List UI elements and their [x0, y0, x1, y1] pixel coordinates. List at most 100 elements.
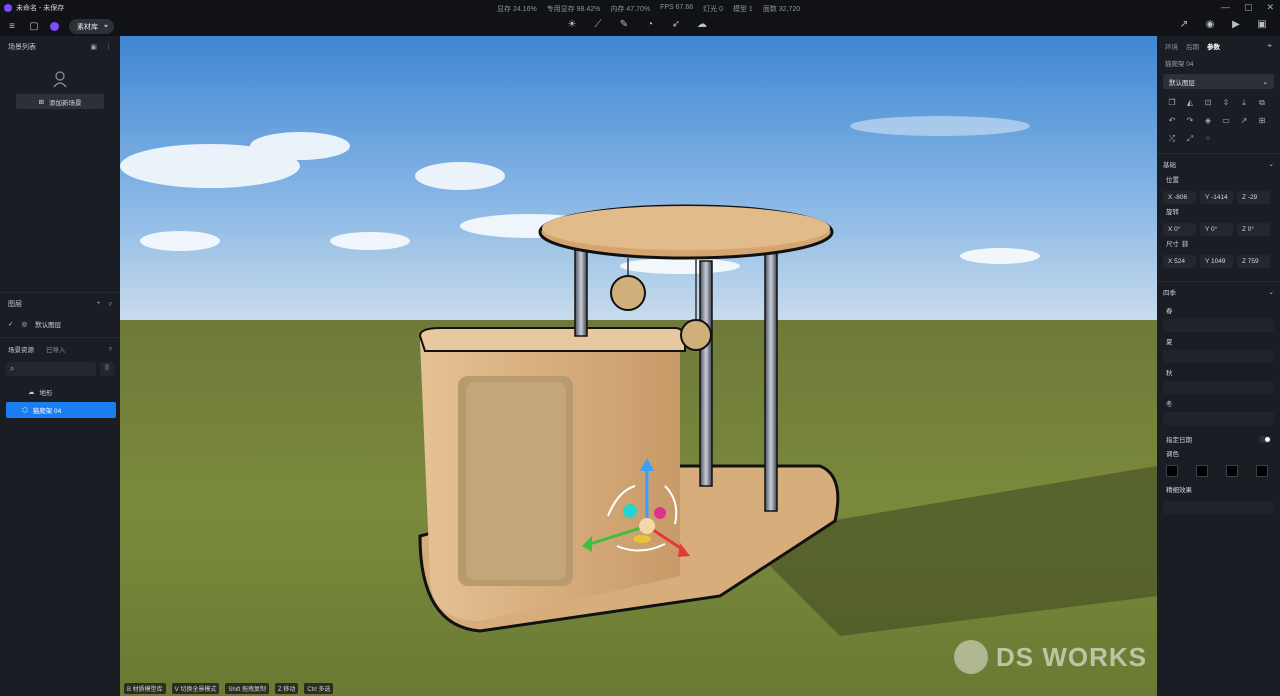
rotation-y-input[interactable]: Y 0°	[1200, 222, 1233, 236]
more-icon[interactable]: ⋮	[105, 43, 112, 51]
tree-item-label: 猫爬架 04	[32, 408, 62, 415]
chevron-down-icon: ⌄	[1268, 288, 1274, 296]
replace-icon[interactable]: ⧉	[1256, 97, 1268, 109]
share-icon[interactable]: ↗	[1178, 19, 1190, 31]
3d-viewport[interactable]: B 材质模型库 V 切换全景模式 Shift 拖拽复制 Z 移动 Ctrl 多选…	[120, 36, 1157, 696]
tint-swatch[interactable]	[1196, 465, 1208, 477]
collapse-icon[interactable]: ▿	[108, 300, 112, 308]
pen-icon[interactable]: ✎	[618, 19, 630, 31]
asset-search-input[interactable]: ⌕	[6, 362, 96, 376]
position-y-input[interactable]: Y -1414	[1200, 190, 1233, 204]
align-icon[interactable]: ⇳	[1220, 97, 1232, 109]
camera-icon[interactable]: ◉	[1204, 19, 1216, 31]
stat-faces: 面数 32,720	[762, 6, 801, 13]
right-tabs: 环境 后期 参数 ⌖	[1157, 36, 1280, 56]
assets-header: 场景资源 已导入 ▿	[0, 338, 120, 360]
app-logo-icon	[4, 4, 12, 12]
tab-post[interactable]: 后期	[1186, 41, 1199, 51]
terrain-icon: ☁	[28, 389, 35, 396]
redo-icon[interactable]: ↷	[1184, 115, 1196, 127]
chevron-down-icon: ⌄	[1268, 160, 1274, 168]
collapse-assets-icon[interactable]: ▿	[109, 345, 112, 353]
position-label: 位置	[1166, 177, 1179, 184]
inbox-icon[interactable]: ▣	[1256, 19, 1268, 31]
orbit-icon[interactable]: ◔	[644, 19, 656, 31]
light-icon[interactable]: ☀	[566, 19, 578, 31]
season-summer-slot[interactable]	[1163, 350, 1274, 363]
rotation-x-input[interactable]: X 0°	[1163, 222, 1196, 236]
maximize-button[interactable]: ▢	[1244, 2, 1253, 13]
folder-icon[interactable]: ▭	[1220, 115, 1232, 127]
brand-badge-icon[interactable]	[50, 22, 59, 31]
fine-effect-slot[interactable]	[1163, 501, 1274, 514]
video-icon[interactable]: ▶	[1230, 19, 1242, 31]
size-x-input[interactable]: X 524	[1163, 254, 1196, 268]
season-winter-slot[interactable]	[1163, 412, 1274, 425]
window-controls: — ▢ ✕	[1221, 2, 1274, 13]
season-spring-slot[interactable]	[1163, 319, 1274, 332]
size-y-input[interactable]: Y 1049	[1200, 254, 1233, 268]
cloud-icon[interactable]: ☁	[696, 19, 708, 31]
close-button[interactable]: ✕	[1266, 2, 1274, 13]
pin-icon: ⌖	[104, 22, 108, 30]
link-icon[interactable]: ⛓	[1181, 241, 1189, 248]
grid-view-icon[interactable]: ⠿	[100, 362, 114, 376]
select-icon[interactable]: ➶	[670, 19, 682, 31]
tint-swatch[interactable]	[1256, 465, 1268, 477]
scene-empty-icon	[53, 71, 67, 88]
cube-icon: ⬡	[22, 407, 28, 414]
add-layer-icon[interactable]: +	[96, 300, 100, 308]
seasons-section-header[interactable]: 四季 ⌄	[1157, 281, 1280, 301]
layer-select[interactable]: 默认图层 ⌄	[1163, 74, 1274, 89]
drop-icon[interactable]: ⤓	[1238, 97, 1250, 109]
random-icon[interactable]: ⤮	[1166, 133, 1178, 145]
hint-multiselect: Ctrl 多选	[304, 683, 334, 694]
focus-icon[interactable]: ⊡	[1202, 97, 1214, 109]
performance-stats: 显存 24.16% 专用显存 98.42% 内存 47.70% FPS 67.6…	[497, 4, 800, 14]
hint-library: B 材质模型库	[124, 683, 166, 694]
add-scene-icon[interactable]: ▣	[90, 43, 97, 51]
tab-params[interactable]: 参数	[1207, 41, 1220, 51]
scene-render	[120, 36, 1157, 696]
measure-icon[interactable]: ⟋	[592, 19, 604, 31]
tab-imported[interactable]: 已导入	[46, 344, 66, 354]
expand-icon[interactable]: ⤢	[1184, 133, 1196, 145]
size-z-input[interactable]: Z 759	[1237, 254, 1270, 268]
tree-item-cat-tree[interactable]: ⬡ 猫爬架 04	[6, 402, 116, 418]
main-toolbar: ≡ ▢ 素材库 ⌖ ☀ ⟋ ✎ ◔ ➶ ☁ ↗ ◉ ▶ ▣	[0, 16, 1280, 36]
tint-swatch[interactable]	[1166, 465, 1178, 477]
mirror-icon[interactable]: ◭	[1184, 97, 1196, 109]
rotation-z-input[interactable]: Z 0°	[1237, 222, 1270, 236]
size-fields: X 524 Y 1049 Z 759	[1157, 253, 1280, 269]
tab-scene-assets[interactable]: 场景资源	[8, 344, 34, 354]
file-icon[interactable]: ▢	[28, 21, 40, 33]
basic-section-header[interactable]: 基础 ⌄	[1157, 153, 1280, 173]
search-icon: ⌕	[10, 364, 15, 373]
visibility-icon[interactable]: ◎	[21, 320, 27, 328]
pin-panel-icon[interactable]: ⌖	[1267, 41, 1272, 51]
add-scene-icon-inline: ⊞	[38, 98, 44, 106]
layers-header: 图层 + ▿	[0, 293, 120, 315]
position-z-input[interactable]: Z -29	[1237, 190, 1270, 204]
grid-icon[interactable]: ⊞	[1256, 115, 1268, 127]
tree-item-terrain[interactable]: ☁ 地形	[6, 384, 116, 400]
export-icon[interactable]: ↗	[1238, 115, 1250, 127]
season-autumn-slot[interactable]	[1163, 381, 1274, 394]
date-toggle[interactable]	[1259, 435, 1271, 443]
tint-swatch[interactable]	[1226, 465, 1238, 477]
minimize-button[interactable]: —	[1221, 2, 1230, 13]
add-scene-button[interactable]: ⊞ 添加新场景	[16, 94, 104, 109]
stack-icon[interactable]: ◈	[1202, 115, 1214, 127]
library-button[interactable]: 素材库 ⌖	[69, 19, 114, 34]
season-summer-label: 夏	[1166, 339, 1173, 346]
tab-environment[interactable]: 环境	[1165, 41, 1178, 51]
layer-select-value: 默认图层	[1169, 79, 1195, 87]
menu-icon[interactable]: ≡	[6, 21, 18, 33]
copy-icon[interactable]: ❐	[1166, 97, 1178, 109]
undo-icon[interactable]: ↶	[1166, 115, 1178, 127]
position-fields: X -806 Y -1414 Z -29	[1157, 189, 1280, 205]
scatter-icon[interactable]: ⁘	[1202, 133, 1214, 145]
layer-item-default[interactable]: ✓ ◎ 默认图层	[0, 315, 120, 333]
stat-dedicated-vram: 专用显存 98.42%	[546, 6, 601, 13]
position-x-input[interactable]: X -806	[1163, 190, 1196, 204]
